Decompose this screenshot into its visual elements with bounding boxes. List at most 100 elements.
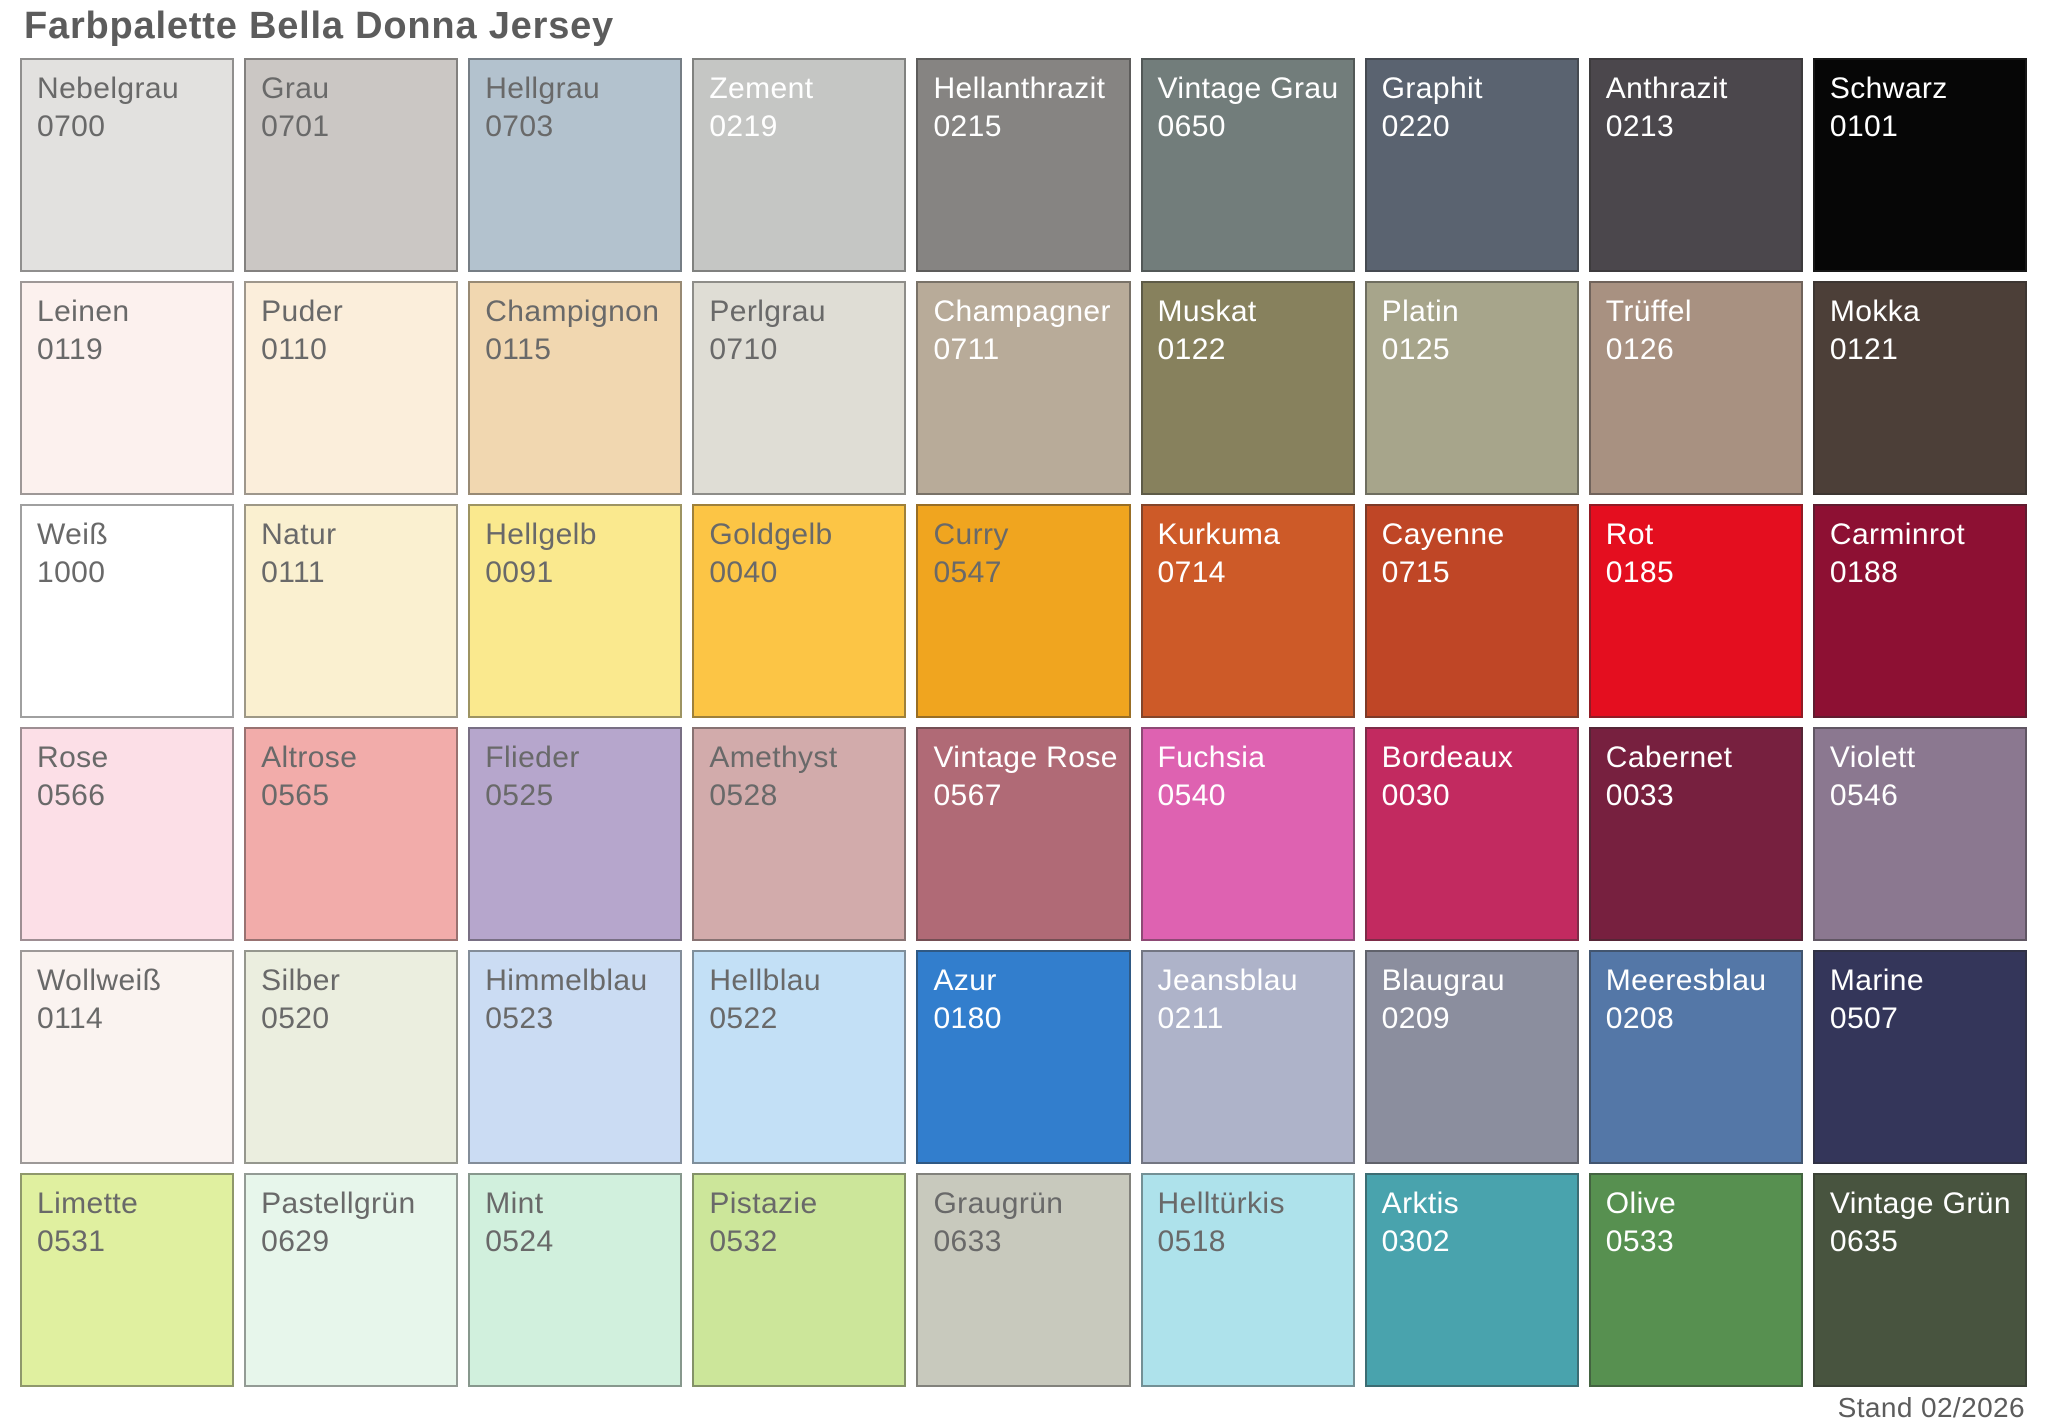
swatch-helltuerkis: Helltürkis0518 [1141, 1173, 1355, 1387]
swatch-name: Mokka [1830, 293, 2010, 331]
swatch-code: 0701 [261, 108, 441, 146]
swatch-schwarz: Schwarz0101 [1813, 58, 2027, 272]
swatch-name: Leinen [37, 293, 217, 331]
swatch-amethyst: Amethyst0528 [692, 727, 906, 941]
swatch-kurkuma: Kurkuma0714 [1141, 504, 1355, 718]
swatch-code: 0101 [1830, 108, 2010, 146]
swatch-name: Goldgelb [709, 516, 889, 554]
swatch-arktis: Arktis0302 [1365, 1173, 1579, 1387]
swatch-name: Kurkuma [1158, 516, 1338, 554]
swatch-curry: Curry0547 [916, 504, 1130, 718]
swatch-name: Cayenne [1382, 516, 1562, 554]
swatch-name: Helltürkis [1158, 1185, 1338, 1223]
swatch-code: 0714 [1158, 554, 1338, 592]
swatch-code: 0507 [1830, 1000, 2010, 1038]
color-swatch-grid: Nebelgrau0700Grau0701Hellgrau0703Zement0… [20, 58, 2027, 1387]
swatch-code: 0188 [1830, 554, 2010, 592]
swatch-grau: Grau0701 [244, 58, 458, 272]
swatch-name: Hellgrau [485, 70, 665, 108]
swatch-vintage-gruen: Vintage Grün0635 [1813, 1173, 2027, 1387]
swatch-hellgelb: Hellgelb0091 [468, 504, 682, 718]
swatch-azur: Azur0180 [916, 950, 1130, 1164]
swatch-code: 0111 [261, 554, 441, 592]
swatch-name: Olive [1606, 1185, 1786, 1223]
swatch-code: 0114 [37, 1000, 217, 1038]
swatch-vintage-grau: Vintage Grau0650 [1141, 58, 1355, 272]
swatch-code: 0524 [485, 1223, 665, 1261]
swatch-name: Grau [261, 70, 441, 108]
swatch-code: 0208 [1606, 1000, 1786, 1038]
swatch-name: Rot [1606, 516, 1786, 554]
swatch-hellblau: Hellblau0522 [692, 950, 906, 1164]
swatch-rot: Rot0185 [1589, 504, 1803, 718]
swatch-name: Pastellgrün [261, 1185, 441, 1223]
swatch-code: 0703 [485, 108, 665, 146]
swatch-violett: Violett0546 [1813, 727, 2027, 941]
swatch-code: 1000 [37, 554, 217, 592]
swatch-code: 0125 [1382, 331, 1562, 369]
swatch-code: 0546 [1830, 777, 2010, 815]
swatch-mokka: Mokka0121 [1813, 281, 2027, 495]
swatch-code: 0122 [1158, 331, 1338, 369]
swatch-name: Himmelblau [485, 962, 665, 1000]
swatch-code: 0633 [933, 1223, 1113, 1261]
swatch-name: Vintage Rose [933, 739, 1113, 777]
swatch-name: Vintage Grün [1830, 1185, 2010, 1223]
swatch-zement: Zement0219 [692, 58, 906, 272]
swatch-name: Wollweiß [37, 962, 217, 1000]
swatch-meeresblau: Meeresblau0208 [1589, 950, 1803, 1164]
swatch-name: Perlgrau [709, 293, 889, 331]
swatch-bordeaux: Bordeaux0030 [1365, 727, 1579, 941]
swatch-name: Violett [1830, 739, 2010, 777]
swatch-name: Cabernet [1606, 739, 1786, 777]
swatch-code: 0525 [485, 777, 665, 815]
swatch-code: 0030 [1382, 777, 1562, 815]
swatch-rose: Rose0566 [20, 727, 234, 941]
swatch-code: 0532 [709, 1223, 889, 1261]
swatch-name: Limette [37, 1185, 217, 1223]
swatch-code: 0110 [261, 331, 441, 369]
swatch-code: 0091 [485, 554, 665, 592]
swatch-code: 0650 [1158, 108, 1338, 146]
swatch-pastellgruen: Pastellgrün0629 [244, 1173, 458, 1387]
swatch-code: 0119 [37, 331, 217, 369]
swatch-marine: Marine0507 [1813, 950, 2027, 1164]
swatch-graugruen: Graugrün0633 [916, 1173, 1130, 1387]
swatch-name: Hellanthrazit [933, 70, 1113, 108]
swatch-natur: Natur0111 [244, 504, 458, 718]
swatch-goldgelb: Goldgelb0040 [692, 504, 906, 718]
swatch-name: Platin [1382, 293, 1562, 331]
swatch-name: Hellgelb [485, 516, 665, 554]
swatch-name: Schwarz [1830, 70, 2010, 108]
swatch-code: 0523 [485, 1000, 665, 1038]
swatch-name: Jeansblau [1158, 962, 1338, 1000]
swatch-olive: Olive0533 [1589, 1173, 1803, 1387]
swatch-name: Amethyst [709, 739, 889, 777]
swatch-name: Curry [933, 516, 1113, 554]
swatch-name: Marine [1830, 962, 2010, 1000]
swatch-limette: Limette0531 [20, 1173, 234, 1387]
swatch-himmelblau: Himmelblau0523 [468, 950, 682, 1164]
swatch-name: Bordeaux [1382, 739, 1562, 777]
swatch-name: Altrose [261, 739, 441, 777]
swatch-name: Rose [37, 739, 217, 777]
swatch-silber: Silber0520 [244, 950, 458, 1164]
swatch-code: 0635 [1830, 1223, 2010, 1261]
swatch-code: 0520 [261, 1000, 441, 1038]
swatch-vintage-rose: Vintage Rose0567 [916, 727, 1130, 941]
swatch-anthrazit: Anthrazit0213 [1589, 58, 1803, 272]
version-date: Stand 02/2026 [20, 1392, 2027, 1424]
swatch-code: 0033 [1606, 777, 1786, 815]
swatch-name: Muskat [1158, 293, 1338, 331]
swatch-code: 0533 [1606, 1223, 1786, 1261]
swatch-name: Weiß [37, 516, 217, 554]
swatch-trueffel: Trüffel0126 [1589, 281, 1803, 495]
swatch-code: 0629 [261, 1223, 441, 1261]
swatch-code: 0121 [1830, 331, 2010, 369]
swatch-cabernet: Cabernet0033 [1589, 727, 1803, 941]
swatch-code: 0540 [1158, 777, 1338, 815]
swatch-fuchsia: Fuchsia0540 [1141, 727, 1355, 941]
swatch-code: 0219 [709, 108, 889, 146]
swatch-name: Pistazie [709, 1185, 889, 1223]
swatch-name: Fuchsia [1158, 739, 1338, 777]
